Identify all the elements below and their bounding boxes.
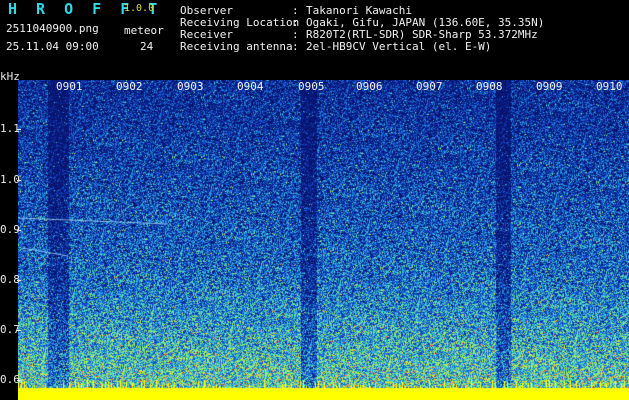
x-tick-label: 0901 <box>56 80 83 93</box>
x-tick-label: 0903 <box>177 80 204 93</box>
x-tick-label: 0904 <box>237 80 264 93</box>
meteor-count: 24 <box>140 40 154 53</box>
file-name: 2511040900.png <box>6 22 99 35</box>
meteor-label: meteor <box>124 24 164 37</box>
antenna-separator: : <box>292 40 299 53</box>
x-tick-label: 0907 <box>416 80 443 93</box>
y-tick-mark <box>17 280 21 281</box>
observation-datetime: 25.11.04 09:00 <box>6 40 99 53</box>
y-tick-mark <box>17 129 21 130</box>
antenna-label: Receiving antenna <box>180 40 293 53</box>
x-tick-label: 0902 <box>116 80 143 93</box>
header-panel: H R O F F T 1.0.0 2511040900.png meteor … <box>0 0 629 78</box>
y-tick-mark <box>17 230 21 231</box>
spectrogram-panel <box>18 80 629 400</box>
antenna-value: 2el-HB9CV Vertical (el. E-W) <box>306 40 492 53</box>
x-tick-label: 0906 <box>356 80 383 93</box>
y-tick-mark <box>17 180 21 181</box>
app-version: 1.0.0 <box>124 3 155 14</box>
spectrogram-canvas <box>18 80 629 400</box>
x-tick-label: 0908 <box>476 80 503 93</box>
x-tick-label: 0910 <box>596 80 623 93</box>
y-tick-mark <box>17 330 21 331</box>
frequency-unit-label: kHz <box>0 70 20 83</box>
y-tick-mark <box>17 380 21 381</box>
x-tick-label: 0905 <box>298 80 325 93</box>
x-tick-label: 0909 <box>536 80 563 93</box>
